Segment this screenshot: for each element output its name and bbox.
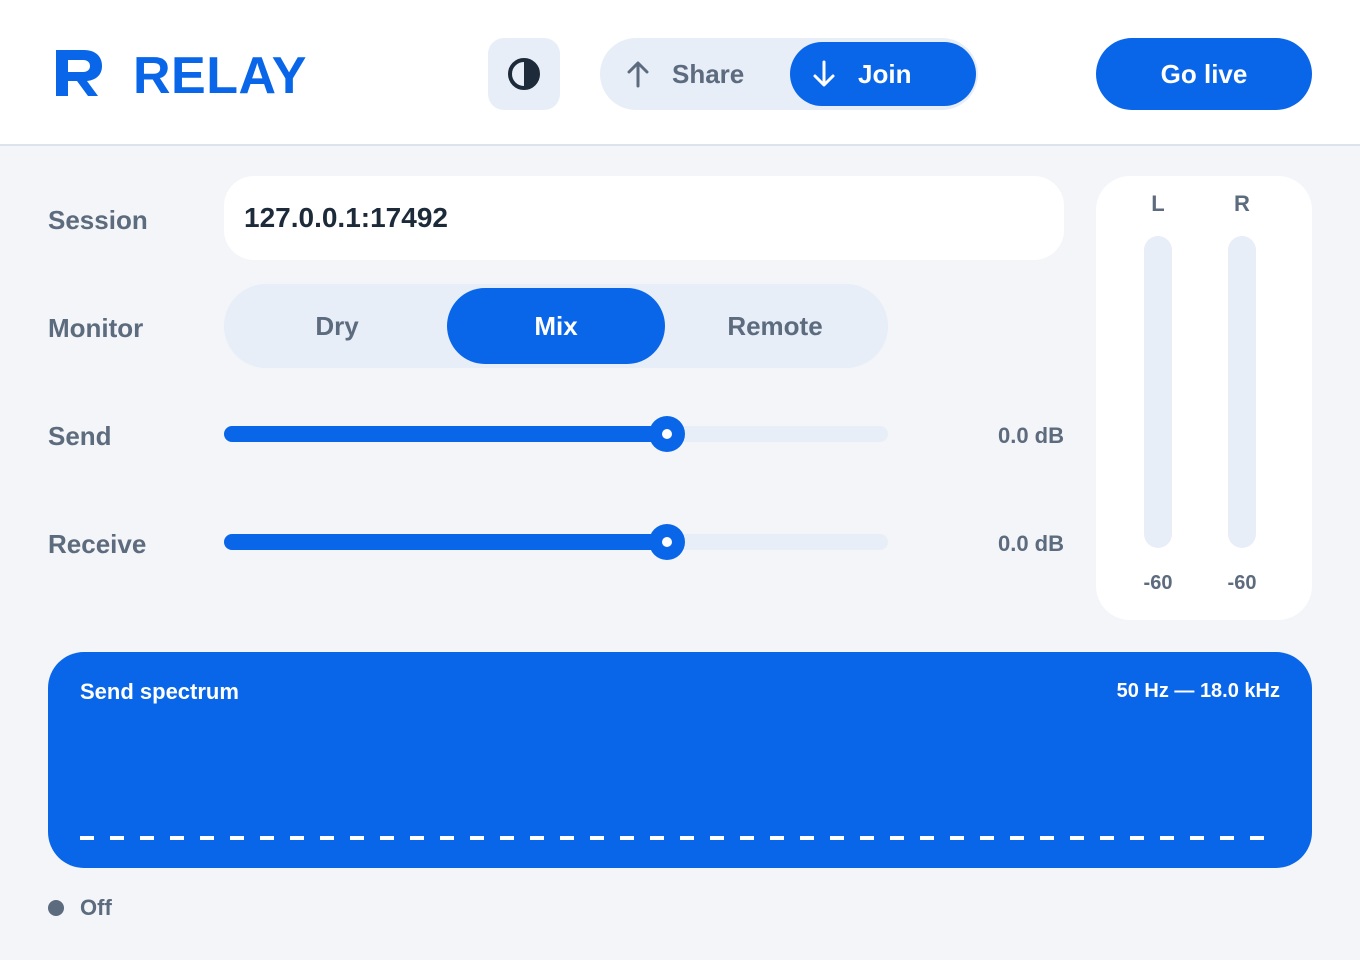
join-mode-button[interactable]: Join xyxy=(790,42,976,106)
status-text: Off xyxy=(80,895,112,920)
meter-value-right: -60 xyxy=(1227,572,1257,594)
go-live-button[interactable]: Go live xyxy=(1096,38,1312,110)
monitor-option-dry[interactable]: Dry xyxy=(228,288,446,364)
status-dot xyxy=(48,900,64,916)
app-title: RELAY xyxy=(133,47,307,105)
send-slider[interactable] xyxy=(224,416,888,452)
send-slider-fill xyxy=(224,426,667,442)
receive-value: 0.0 dB xyxy=(997,531,1064,556)
receive-slider-handle[interactable] xyxy=(648,524,685,560)
arrow-up-icon xyxy=(627,61,649,88)
spectrum-title: Send spectrum xyxy=(80,679,239,704)
share-join-toggle: Share Join xyxy=(600,38,978,110)
share-mode-button[interactable]: Share xyxy=(604,42,790,106)
meter-label-left: L xyxy=(1151,191,1165,216)
monitor-label: Monitor xyxy=(48,313,144,343)
receive-slider[interactable] xyxy=(224,524,888,560)
arrow-down-icon xyxy=(813,60,835,87)
meter-bar-right xyxy=(1228,236,1256,548)
session-address-input[interactable] xyxy=(224,176,1064,260)
spectrum-range: 50 Hz — 18.0 kHz xyxy=(1116,680,1280,702)
monitor-selector: Dry Mix Remote xyxy=(224,284,888,368)
top-bar: RELAY Share Join Go live xyxy=(0,0,1360,146)
session-label: Session xyxy=(48,205,148,235)
meter-label-right: R xyxy=(1234,191,1250,216)
send-value: 0.0 dB xyxy=(997,423,1064,448)
contrast-icon xyxy=(508,58,540,90)
theme-toggle-button[interactable] xyxy=(488,38,560,110)
level-meters-panel: L -60 R -60 xyxy=(1096,176,1312,620)
share-label: Share xyxy=(672,58,745,89)
send-slider-handle[interactable] xyxy=(648,416,685,452)
meter-value-left: -60 xyxy=(1143,572,1173,594)
monitor-option-remote[interactable]: Remote xyxy=(666,288,884,364)
relay-logo-icon xyxy=(56,50,102,96)
spectrum-baseline xyxy=(80,836,1280,840)
send-spectrum-panel: Send spectrum 50 Hz — 18.0 kHz xyxy=(48,652,1312,868)
status-indicator: Off xyxy=(48,894,112,922)
receive-slider-fill xyxy=(224,534,667,550)
join-label: Join xyxy=(858,58,912,89)
meter-bar-left xyxy=(1144,236,1172,548)
receive-label: Receive xyxy=(48,529,147,559)
monitor-option-mix[interactable]: Mix xyxy=(447,288,665,364)
send-label: Send xyxy=(48,421,112,451)
